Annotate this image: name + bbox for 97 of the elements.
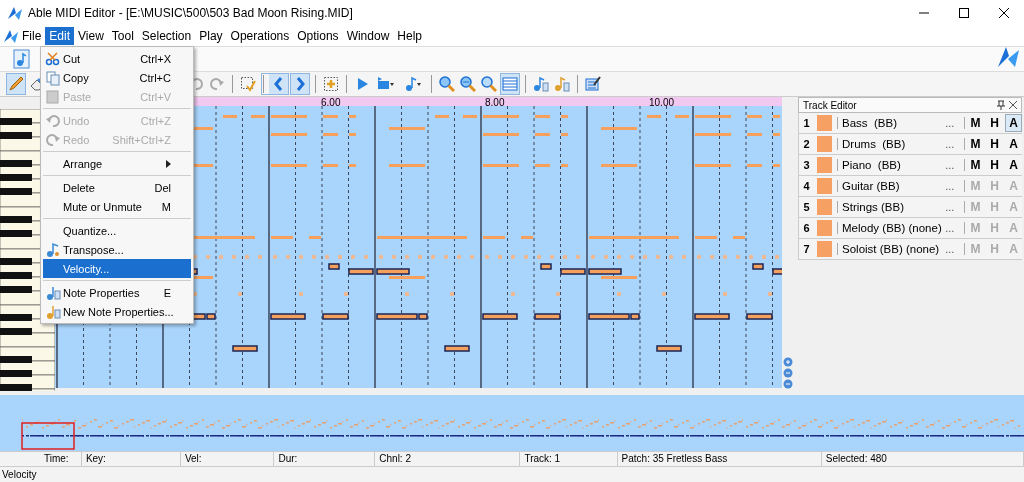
submenu-arrow-icon: [166, 159, 171, 168]
track-toggle-button[interactable]: M: [967, 114, 984, 132]
menu-option[interactable]: Copy Ctrl+C: [43, 68, 191, 87]
track-number: 1: [802, 117, 811, 129]
track-number: 7: [802, 243, 811, 255]
track-number: 2: [802, 138, 811, 150]
maximize-icon: [959, 8, 969, 18]
menu-item[interactable]: File: [18, 26, 46, 45]
more-button[interactable]: ...: [945, 159, 965, 171]
track-toggle-button[interactable]: M: [967, 135, 984, 153]
track-toggle-button[interactable]: H: [986, 156, 1003, 174]
track-toggle-button[interactable]: A: [1005, 135, 1023, 153]
menu-item[interactable]: Window: [342, 26, 394, 45]
track-name: Piano (BB): [837, 159, 946, 171]
redo-icon: [45, 131, 61, 148]
menu-item[interactable]: Options: [293, 26, 343, 45]
grid-icon: [502, 75, 518, 92]
status-text: Velocity: [0, 466, 1024, 482]
notes-tool-button[interactable]: [523, 72, 551, 95]
add-tool-button[interactable]: [313, 72, 341, 95]
dotted-plus-icon: [323, 75, 339, 92]
redo-icon: [209, 75, 225, 92]
menu-item[interactable]: View: [74, 26, 108, 45]
close-icon[interactable]: [1009, 101, 1017, 109]
ruler-label: 8.00: [485, 97, 505, 109]
track-toggle-button[interactable]: M: [967, 156, 984, 174]
note-icon: [45, 284, 61, 301]
undo-icon: [45, 112, 61, 129]
right-tool-button[interactable]: [290, 72, 310, 95]
notes-icon: [533, 75, 549, 92]
menu-option[interactable]: Cut Ctrl+X: [43, 49, 191, 68]
menu-option[interactable]: Note Properties E: [43, 283, 191, 302]
track-name: Drums (BB): [837, 138, 946, 150]
track-number: 4: [802, 180, 811, 192]
track-toggle-button[interactable]: A: [1005, 114, 1023, 132]
more-button[interactable]: ...: [945, 138, 965, 150]
track-number: 3: [802, 159, 811, 171]
menu-option[interactable]: Quantize...: [43, 221, 191, 240]
copy-icon: [45, 69, 61, 86]
loop-dropdown-icon: [377, 75, 395, 92]
left-tool-button[interactable]: [261, 72, 289, 95]
menu-option[interactable]: Mute or Unmute M: [43, 197, 191, 216]
app-logo-icon: [996, 45, 1020, 70]
note-dropdown-icon: [404, 75, 422, 92]
track-toggle-button[interactable]: H: [986, 114, 1003, 132]
menu-item[interactable]: Tool: [107, 26, 138, 45]
track-name: Strings (BB): [837, 201, 946, 213]
app-logo-icon: [6, 5, 22, 21]
paste-icon: [45, 88, 61, 105]
track-name: Melody (BB) (none): [837, 222, 946, 234]
track-name: Soloist (BB) (none): [837, 243, 946, 255]
zoom-icon: [481, 75, 497, 92]
ruler-label: 10.00: [649, 97, 675, 109]
track-color-swatch[interactable]: [817, 157, 833, 173]
ruler-label: 6.00: [321, 97, 341, 109]
pin-icon[interactable]: [997, 100, 1005, 110]
edit-tool-button[interactable]: [575, 72, 603, 95]
zoomin-tool-button[interactable]: [429, 72, 457, 95]
menu-option[interactable]: Velocity...: [43, 259, 191, 278]
grid-tool-button[interactable]: [500, 72, 520, 95]
track-name: Guitar (BB): [837, 180, 946, 192]
zoom-out-icon[interactable]: [783, 368, 793, 378]
pencil-tool-button[interactable]: [6, 72, 26, 95]
track-number: 5: [802, 201, 811, 213]
zoom-in-icon: [439, 75, 455, 92]
menu-option[interactable]: Arrange: [43, 154, 191, 173]
menu-item[interactable]: Operations: [226, 26, 294, 45]
menu-item[interactable]: Selection: [137, 26, 196, 45]
track-number: 6: [802, 222, 811, 234]
menu-item[interactable]: Play: [195, 26, 227, 45]
zoom-icon[interactable]: [783, 379, 793, 389]
menu-option[interactable]: Transpose...: [43, 240, 191, 259]
track-toggle-button[interactable]: H: [986, 135, 1003, 153]
more-button[interactable]: ...: [945, 117, 965, 129]
track-color-swatch[interactable]: [817, 136, 833, 152]
menu-option[interactable]: Delete Del: [43, 178, 191, 197]
dotted-check-icon: [240, 75, 256, 92]
close-icon: [999, 8, 1009, 18]
list-edit-icon: [585, 75, 601, 92]
track-name: Bass (BB): [837, 117, 946, 129]
menu-item[interactable]: Help: [393, 26, 426, 45]
zoom-in-icon[interactable]: [783, 357, 793, 367]
menu-option[interactable]: New Note Properties...: [43, 302, 191, 321]
panel-title: Track Editor: [803, 99, 857, 111]
song-overview-drawing[interactable]: [0, 395, 1024, 451]
track-color-swatch[interactable]: [817, 115, 833, 131]
note-file-icon: [12, 48, 32, 69]
note-icon: [45, 303, 61, 320]
window-title: Able MIDI Editor - [E:\MUSIC\500\503 Bad Moon Rising.MID]: [28, 6, 354, 20]
track-toggle-button[interactable]: A: [1005, 156, 1023, 174]
notes-icon: [554, 75, 570, 92]
select-tool-button[interactable]: [230, 72, 258, 95]
zoom-out-icon: [460, 75, 476, 92]
pencil-icon: [8, 75, 24, 92]
menu-item[interactable]: Edit: [45, 26, 75, 45]
scissors-icon: [45, 50, 61, 67]
note-icon: [45, 241, 61, 258]
